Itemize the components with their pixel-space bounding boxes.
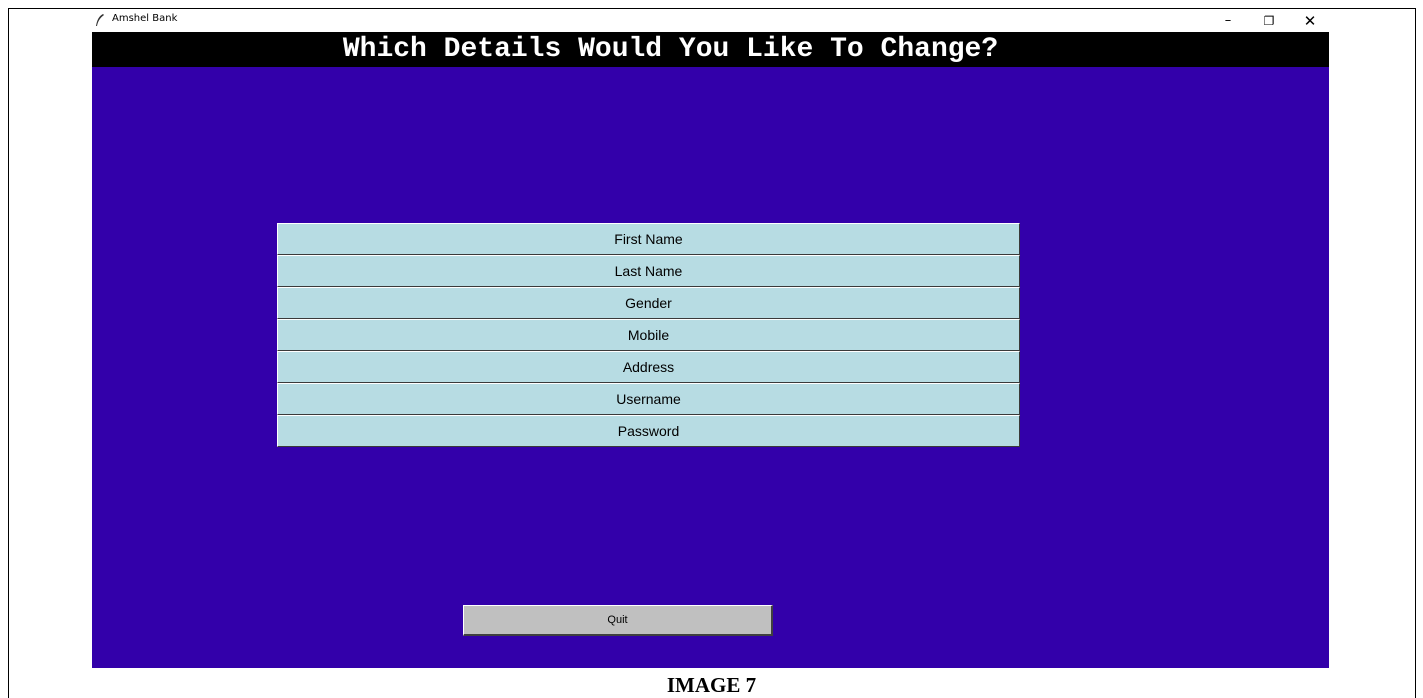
feather-icon <box>95 13 105 27</box>
close-button[interactable]: ✕ <box>1290 9 1330 32</box>
minimize-button[interactable]: – <box>1208 9 1248 32</box>
last-name-button[interactable]: Last Name <box>277 255 1020 287</box>
maximize-button[interactable]: ❐ <box>1249 9 1289 32</box>
password-button[interactable]: Password <box>277 415 1020 447</box>
main-panel: First Name Last Name Gender Mobile Addre… <box>92 67 1329 668</box>
gender-button[interactable]: Gender <box>277 287 1020 319</box>
username-button[interactable]: Username <box>277 383 1020 415</box>
window-titlebar[interactable]: Amshel Bank – ❐ ✕ <box>92 9 1329 32</box>
image-caption: IMAGE 7 <box>666 673 757 697</box>
options-list: First Name Last Name Gender Mobile Addre… <box>277 223 1020 447</box>
page-title: Which Details Would You Like To Change? <box>92 32 1329 67</box>
mobile-button[interactable]: Mobile <box>277 319 1020 351</box>
address-button[interactable]: Address <box>277 351 1020 383</box>
window-title: Amshel Bank <box>112 13 178 24</box>
first-name-button[interactable]: First Name <box>277 223 1020 255</box>
quit-button[interactable]: Quit <box>463 605 773 636</box>
